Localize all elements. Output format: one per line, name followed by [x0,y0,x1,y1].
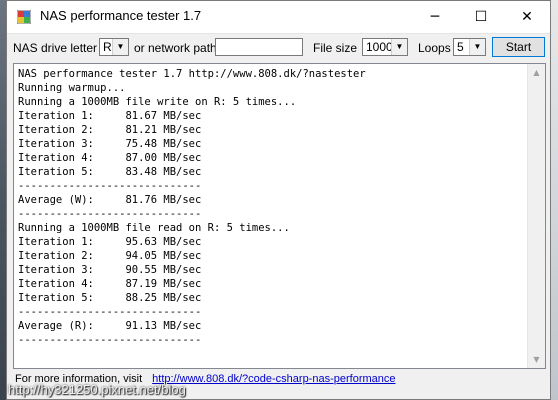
dropdown-arrow-icon[interactable]: ▼ [469,39,485,55]
output-line: Iteration 4: 87.00 MB/sec [18,152,202,164]
output-line: NAS performance tester 1.7 http://www.80… [18,68,366,80]
drive-letter-value: R [103,40,112,54]
output-line: Iteration 5: 88.25 MB/sec [18,292,202,304]
minimize-icon[interactable]: ─ [412,1,458,32]
loops-select[interactable]: 5 ▼ [453,38,486,56]
output-line: ----------------------------- [18,208,202,220]
file-size-select[interactable]: 1000 ▼ [362,38,408,56]
drive-letter-select[interactable]: R ▼ [99,38,129,56]
app-icon [17,10,31,24]
output-line: Running a 1000MB file write on R: 5 time… [18,96,297,108]
title-bar[interactable]: NAS performance tester 1.7 ─ ☐ ✕ [7,1,550,34]
vertical-scrollbar[interactable]: ▲ ▼ [527,64,545,368]
network-path-input[interactable] [215,38,303,56]
output-line: Iteration 2: 81.21 MB/sec [18,124,202,136]
scroll-up-icon[interactable]: ▲ [528,64,545,81]
scroll-down-icon[interactable]: ▼ [528,351,545,368]
desktop-right-background [550,0,558,400]
output-line: Iteration 4: 87.19 MB/sec [18,278,202,290]
footer-link[interactable]: http://www.808.dk/?code-csharp-nas-perfo… [152,373,395,385]
output-log: NAS performance tester 1.7 http://www.80… [18,67,527,347]
output-line: Iteration 1: 81.67 MB/sec [18,110,202,122]
output-line: ----------------------------- [18,180,202,192]
close-icon[interactable]: ✕ [504,1,550,32]
output-line: Iteration 3: 75.48 MB/sec [18,138,202,150]
output-line: Iteration 3: 90.55 MB/sec [18,264,202,276]
toolbar: NAS drive letter R ▼ or network path Fil… [7,34,550,60]
file-size-value: 1000 [366,40,393,54]
app-window: NAS performance tester 1.7 ─ ☐ ✕ NAS dri… [6,0,551,400]
maximize-icon[interactable]: ☐ [458,1,504,32]
output-line: Iteration 5: 83.48 MB/sec [18,166,202,178]
output-line: Average (W): 81.76 MB/sec [18,194,202,206]
drive-letter-label: NAS drive letter [13,41,98,55]
file-size-label: File size [313,41,358,55]
output-line: Running a 1000MB file read on R: 5 times… [18,222,290,234]
output-line: ----------------------------- [18,306,202,318]
dropdown-arrow-icon[interactable]: ▼ [391,39,407,55]
output-line: ----------------------------- [18,334,202,346]
output-textarea[interactable]: NAS performance tester 1.7 http://www.80… [13,63,546,369]
watermark-text: http://hy321250.pixnet.net/blog [8,382,186,397]
output-line: Iteration 2: 94.05 MB/sec [18,250,202,262]
loops-label: Loops [418,41,451,55]
dropdown-arrow-icon[interactable]: ▼ [112,39,128,55]
output-line: Iteration 1: 95.63 MB/sec [18,236,202,248]
start-button[interactable]: Start [492,37,545,57]
loops-value: 5 [457,40,464,54]
window-title: NAS performance tester 1.7 [40,8,202,23]
network-path-label: or network path [134,41,217,55]
output-line: Average (R): 91.13 MB/sec [18,320,202,332]
output-line: Running warmup... [18,82,126,94]
